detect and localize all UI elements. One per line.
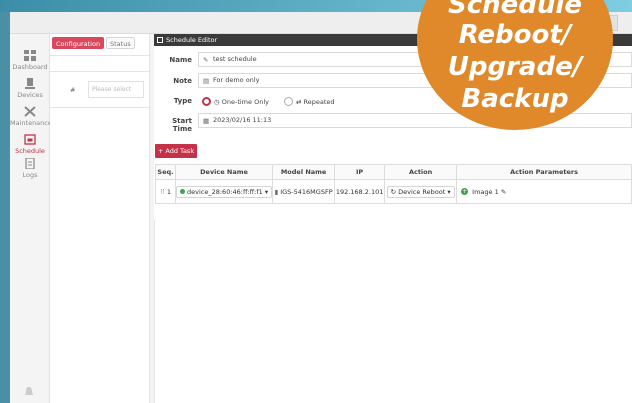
maintenance-icon [24, 106, 36, 117]
schedule-list-panel: Configuration Status # Please select [50, 34, 150, 403]
online-status-icon [180, 189, 185, 194]
col-action[interactable]: Action [384, 164, 458, 180]
tab-bar: Configuration Status [50, 34, 150, 52]
task-table: Seq. Device Name Model Name IP Action Ac… [155, 164, 632, 204]
seq-cell: ⠿ 1 [155, 179, 176, 204]
one-time-label: ◷ One-time Only [214, 98, 269, 106]
task-table-header: Seq. Device Name Model Name IP Action Ac… [155, 164, 632, 180]
col-action-parameters[interactable]: Action Parameters [456, 164, 632, 180]
tab-status[interactable]: Status [106, 37, 135, 49]
model-cell: ▮ IGS-5416MGSFP [272, 179, 336, 204]
edit-icon[interactable]: ✎ [501, 188, 506, 196]
device-cell: device_28:60:46:ff:ff:f1 ▾ [174, 179, 274, 204]
col-model-name[interactable]: Model Name [272, 164, 336, 180]
logs-icon [25, 158, 35, 169]
list-header [50, 56, 150, 72]
add-param-icon[interactable]: + [461, 188, 469, 195]
sidebar-item-dashboard[interactable]: Dashboard [10, 50, 50, 71]
drag-handle-icon[interactable]: ⠿ [160, 188, 165, 196]
editor-title: Schedule Editor [166, 36, 218, 44]
calendar-icon [157, 37, 163, 43]
col-ip[interactable]: IP [334, 164, 386, 180]
one-time-text: One-time Only [221, 98, 269, 106]
sidebar-item-label: Dashboard [12, 63, 48, 71]
repeated-radio[interactable] [284, 97, 293, 106]
schedule-select[interactable]: Please select [88, 81, 144, 98]
start-time-value: 2023/02/16 11:13 [213, 116, 272, 124]
sidebar-item-label: Schedule [15, 147, 45, 155]
tag-icon: ✎ [203, 56, 209, 64]
type-radio-group: ◷ One-time Only ⇄ Repeated [202, 97, 402, 109]
action-select[interactable]: ↻ Device Reboot ▾ [386, 185, 455, 198]
sidebar-item-logs[interactable]: Logs [10, 158, 50, 179]
sidebar: Dashboard Devices Maintenance Schedule L… [10, 34, 52, 403]
row-number: # [70, 86, 76, 94]
one-time-radio[interactable] [202, 97, 211, 106]
action-cell: ↻ Device Reboot ▾ [384, 179, 458, 204]
schedule-list: # Please select [50, 55, 150, 108]
model-value: IGS-5416MGSFP [280, 187, 333, 196]
sidebar-item-label: Maintenance [10, 119, 52, 127]
schedule-icon [24, 134, 36, 145]
note-label: Note [173, 77, 192, 85]
repeated-label: ⇄ Repeated [296, 98, 335, 106]
tab-label: Status [110, 40, 131, 48]
app-root: Dashboard Devices Maintenance Schedule L… [0, 0, 632, 403]
badge-line-1: Schedule [448, 0, 582, 20]
name-label: Name [169, 56, 192, 64]
col-device-name[interactable]: Device Name [174, 164, 274, 180]
sidebar-item-label: Logs [22, 171, 38, 179]
note-value: For demo only [213, 76, 260, 84]
divider [154, 220, 155, 403]
list-item[interactable]: # Please select [50, 72, 150, 108]
calendar-icon: ▦ [203, 117, 210, 125]
devices-icon [25, 78, 35, 89]
badge-line-3: Upgrade/ [447, 52, 583, 82]
sidebar-item-label: Devices [17, 91, 43, 99]
device-select[interactable]: device_28:60:46:ff:ff:f1 ▾ [176, 185, 273, 198]
name-value: test schedule [213, 55, 257, 63]
col-seq[interactable]: Seq. [155, 164, 176, 180]
sidebar-item-devices[interactable]: Devices [10, 78, 50, 99]
repeated-text: Repeated [303, 98, 335, 106]
device-value: device_28:60:46:ff:ff:f1 [187, 187, 263, 196]
add-task-button[interactable]: + Add Task [155, 144, 197, 158]
ip-cell: 192.168.2.101 [334, 179, 386, 204]
sidebar-item-schedule[interactable]: Schedule [10, 134, 50, 155]
param-value: Image 1 [472, 187, 499, 196]
start-time-label: Start Time [172, 117, 192, 133]
sidebar-item-maintenance[interactable]: Maintenance [10, 106, 52, 127]
bell-icon[interactable] [24, 386, 34, 398]
badge-line-2: Reboot/ [458, 20, 572, 50]
table-row[interactable]: ⠿ 1 device_28:60:46:ff:ff:f1 ▾ ▮ IGS-541… [155, 179, 632, 204]
switch-icon: ▮ [274, 187, 279, 196]
action-value: Device Reboot [398, 187, 446, 196]
badge-line-4: Backup [461, 84, 569, 114]
type-label: Type [173, 97, 192, 105]
tab-configuration[interactable]: Configuration [52, 37, 105, 49]
note-icon: ▤ [203, 77, 210, 85]
seq-value: 1 [166, 187, 171, 196]
dashboard-icon [24, 50, 36, 61]
tab-label: Configuration [56, 40, 101, 48]
action-param-cell: + Image 1 ✎ [456, 179, 632, 204]
reboot-icon: ↻ [390, 187, 397, 196]
